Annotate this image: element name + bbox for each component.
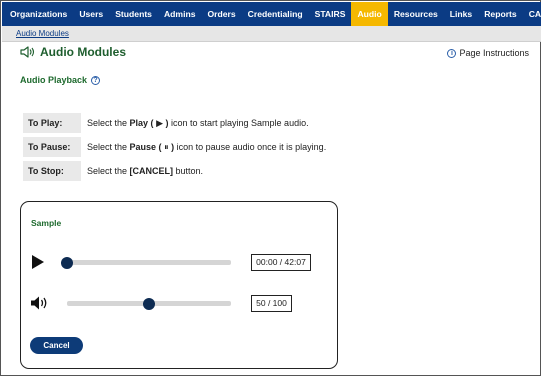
instruction-text-pause: Select the Pause ( ⏸ ) icon to pause aud…	[87, 141, 327, 152]
volume-readout: 50 / 100	[251, 295, 292, 312]
progress-track[interactable]	[67, 260, 231, 265]
help-icon[interactable]: ?	[91, 75, 101, 85]
time-readout: 00:00 / 42:07	[251, 254, 311, 271]
pause-glyph-icon: ⏸	[164, 141, 169, 152]
instruction-row-pause: To Pause: Select the Pause ( ⏸ ) icon to…	[23, 135, 326, 159]
section-title-text: Audio Playback	[20, 75, 88, 85]
nav-item-cars[interactable]: CARS	[523, 2, 541, 26]
instruction-label-stop: To Stop:	[23, 161, 81, 181]
page-title: Audio Modules	[20, 45, 126, 59]
nav-item-reports[interactable]: Reports	[478, 2, 522, 26]
instruction-text-play: Select the Play ( ▶ ) icon to start play…	[87, 117, 309, 128]
player-title: Sample	[31, 218, 62, 228]
speaker-icon	[20, 46, 35, 58]
app-frame: Organizations Users Students Admins Orde…	[0, 0, 541, 376]
nav-item-audio[interactable]: Audio	[351, 2, 388, 26]
page-instructions-link[interactable]: i Page Instructions	[447, 48, 529, 58]
audio-player: Sample 00:00 / 42:07 50 / 100 Cancel	[20, 201, 338, 369]
nav-item-resources[interactable]: Resources	[388, 2, 444, 26]
instruction-label-play: To Play:	[23, 113, 81, 133]
nav-item-students[interactable]: Students	[109, 2, 158, 26]
page-title-text: Audio Modules	[40, 45, 126, 59]
top-nav: Organizations Users Students Admins Orde…	[2, 2, 541, 26]
cancel-button[interactable]: Cancel	[30, 337, 83, 354]
instruction-row-stop: To Stop: Select the [CANCEL] button.	[23, 159, 326, 183]
instruction-label-pause: To Pause:	[23, 137, 81, 157]
play-glyph-icon: ▶	[156, 117, 163, 128]
volume-thumb[interactable]	[143, 297, 155, 310]
progress-thumb[interactable]	[61, 256, 73, 269]
breadcrumb-bar: Audio Modules	[2, 26, 541, 42]
page-instructions-label: Page Instructions	[459, 48, 529, 58]
instruction-text-stop: Select the [CANCEL] button.	[87, 166, 204, 176]
nav-item-admins[interactable]: Admins	[158, 2, 202, 26]
nav-item-credentialing[interactable]: Credentialing	[242, 2, 309, 26]
play-icon[interactable]	[32, 255, 44, 269]
instruction-row-play: To Play: Select the Play ( ▶ ) icon to s…	[23, 111, 326, 135]
section-title: Audio Playback ?	[20, 75, 101, 85]
volume-icon[interactable]	[31, 296, 49, 310]
nav-item-users[interactable]: Users	[73, 2, 109, 26]
breadcrumb-audio-modules[interactable]: Audio Modules	[16, 29, 69, 38]
nav-item-organizations[interactable]: Organizations	[4, 2, 73, 26]
nav-item-orders[interactable]: Orders	[201, 2, 241, 26]
nav-item-links[interactable]: Links	[444, 2, 478, 26]
info-icon: i	[447, 48, 457, 58]
instructions-table: To Play: Select the Play ( ▶ ) icon to s…	[23, 111, 326, 183]
nav-item-stairs[interactable]: STAIRS	[309, 2, 352, 26]
